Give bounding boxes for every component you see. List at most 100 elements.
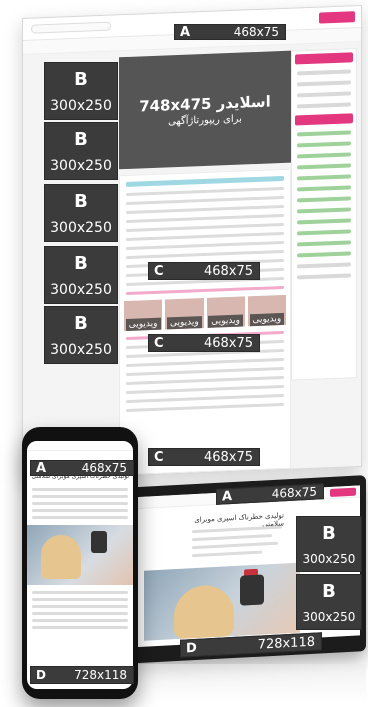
sidebar-item[interactable] xyxy=(297,141,351,148)
content-column: ویدیویی ویدیویی ویدیویی ویدیویی xyxy=(119,168,291,476)
spray-can xyxy=(91,531,107,553)
ad-letter: B xyxy=(322,523,336,544)
list-item[interactable] xyxy=(126,366,284,377)
ad-size: 300x250 xyxy=(50,342,112,358)
ad-letter: A xyxy=(36,460,47,476)
list-item[interactable] xyxy=(126,195,284,206)
list-item[interactable] xyxy=(126,222,284,233)
ad-letter: C xyxy=(154,335,164,351)
phone-status-bar xyxy=(27,441,133,451)
ad-letter: B xyxy=(74,69,88,90)
slider-size: 748x475 xyxy=(139,94,212,116)
sidebar-item[interactable] xyxy=(297,174,351,181)
sidebar-item[interactable] xyxy=(297,251,351,258)
woman-hair xyxy=(174,584,234,640)
list-item[interactable] xyxy=(126,375,284,386)
list-item[interactable] xyxy=(126,231,284,242)
ad-slot-d-phone: D 728x118 xyxy=(30,666,134,684)
ad-slot-b: B 300x250 xyxy=(44,122,118,180)
video-card[interactable]: ویدیویی xyxy=(247,294,286,327)
ad-size: 468x75 xyxy=(203,449,253,465)
site-logo xyxy=(330,487,356,497)
ad-size: 728x118 xyxy=(74,668,127,682)
ad-size: 300x250 xyxy=(50,98,112,114)
sidebar-item[interactable] xyxy=(297,102,351,109)
ad-size: 468x75 xyxy=(81,461,127,475)
sidebar-item[interactable] xyxy=(297,273,351,280)
sidebar-item[interactable] xyxy=(297,80,351,87)
sidebar-item[interactable] xyxy=(297,163,351,170)
ad-letter: B xyxy=(74,129,88,150)
ad-letter: B xyxy=(74,253,88,274)
video-label: ویدیویی xyxy=(125,317,161,332)
list-item[interactable] xyxy=(126,186,284,197)
ad-slot-b: B 300x250 xyxy=(44,184,118,242)
right-sidebar xyxy=(291,48,357,381)
text-line xyxy=(32,495,128,498)
text-line xyxy=(32,502,128,505)
ad-slot-c: C 468x75 xyxy=(148,448,260,466)
text-line xyxy=(32,605,128,608)
ad-size: 468x75 xyxy=(203,263,253,279)
list-item[interactable] xyxy=(126,204,284,215)
sidebar-heading xyxy=(295,52,353,65)
ad-size: 468x75 xyxy=(271,484,317,501)
ad-size: 300x250 xyxy=(50,158,112,174)
ad-slot-c: C 468x75 xyxy=(148,262,260,280)
list-item[interactable] xyxy=(126,357,284,368)
list-item[interactable] xyxy=(126,240,284,251)
ad-letter: B xyxy=(74,313,88,334)
search-input[interactable] xyxy=(31,21,111,34)
ad-size: 300x250 xyxy=(302,610,356,624)
ad-placement-mockup: 748x475 اسلایدر برای ریپورتاژآگهی ویدیوی… xyxy=(0,0,368,707)
text-line xyxy=(192,550,262,558)
text-line xyxy=(32,612,128,615)
ad-slot-a-top: A 468x75 xyxy=(174,24,286,40)
ad-letter: C xyxy=(154,263,164,279)
sidebar-item[interactable] xyxy=(297,152,351,159)
article-image xyxy=(27,525,133,585)
ad-letter: D xyxy=(36,668,46,682)
text-line xyxy=(192,534,272,542)
sidebar-item[interactable] xyxy=(297,91,351,98)
sidebar-item[interactable] xyxy=(297,130,351,137)
ad-slot-b: B 300x250 xyxy=(44,306,118,364)
video-card[interactable]: ویدیویی xyxy=(206,296,245,328)
video-label: ویدیویی xyxy=(208,314,243,328)
text-line xyxy=(32,598,128,601)
text-line xyxy=(32,626,128,629)
sidebar-item[interactable] xyxy=(297,185,351,192)
section-heading xyxy=(126,175,284,188)
phone-screen: تولیدی خطرناک اسپری موبرای سلامتی xyxy=(27,441,133,689)
sidebar-item[interactable] xyxy=(297,262,351,269)
ad-size: 468x75 xyxy=(233,25,279,39)
ad-slot-b: B 300x250 xyxy=(44,62,118,120)
text-line xyxy=(32,509,128,512)
text-line xyxy=(32,516,128,519)
list-item[interactable] xyxy=(126,384,284,395)
ad-letter: D xyxy=(186,640,197,656)
sidebar-item[interactable] xyxy=(297,240,351,247)
sidebar-item[interactable] xyxy=(297,207,351,214)
sidebar-item[interactable] xyxy=(297,218,351,225)
sidebar-item[interactable] xyxy=(297,196,351,203)
ad-size: 300x250 xyxy=(302,552,356,566)
text-line xyxy=(192,541,278,550)
sidebar-item[interactable] xyxy=(297,229,351,236)
ad-letter: B xyxy=(322,581,336,602)
video-card[interactable]: ویدیویی xyxy=(165,298,204,330)
ad-slot-b-tablet: B 300x250 xyxy=(296,516,362,572)
video-card[interactable]: ویدیویی xyxy=(124,299,163,332)
article-image xyxy=(144,562,300,641)
list-item[interactable] xyxy=(126,402,284,413)
ad-letter: C xyxy=(154,449,164,465)
text-line xyxy=(32,619,128,622)
list-item[interactable] xyxy=(126,393,284,404)
text-line xyxy=(32,591,128,594)
list-item[interactable] xyxy=(126,213,284,224)
list-item[interactable] xyxy=(126,249,284,260)
video-label: ویدیویی xyxy=(249,312,285,327)
sidebar-item[interactable] xyxy=(297,69,351,76)
site-logo xyxy=(319,11,355,24)
ad-slot-b-tablet: B 300x250 xyxy=(296,574,362,630)
